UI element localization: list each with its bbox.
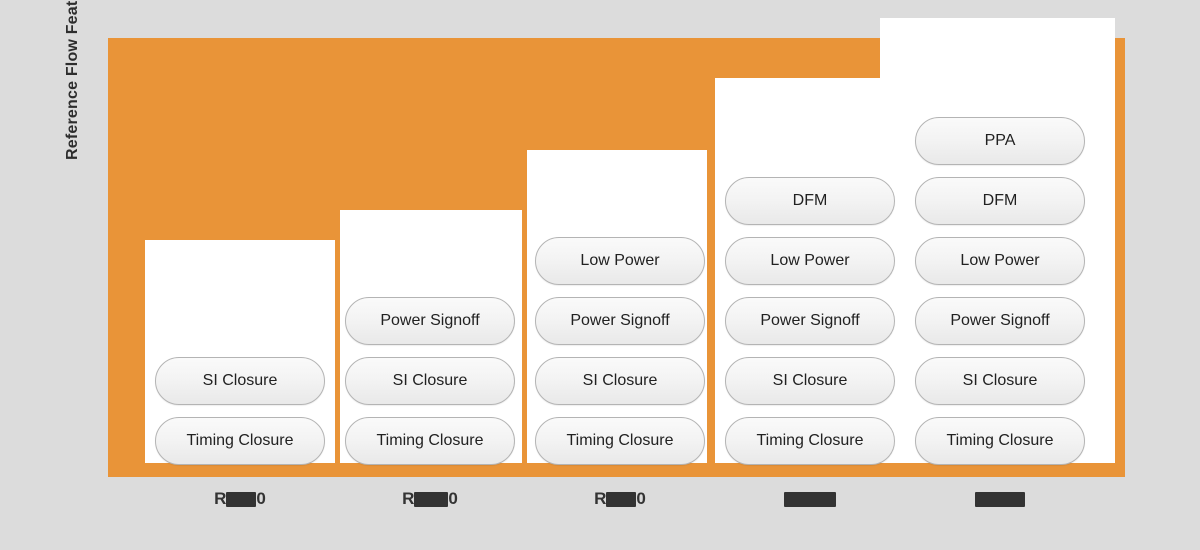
chart-stage: Reference Flow Features Timing Closure SI… [0, 0, 1200, 550]
x-axis-tick-label: R0 [345, 488, 515, 510]
feature-stack-column-1: Timing Closure SI Closure [155, 357, 325, 465]
feature-pill[interactable]: PPA [915, 117, 1085, 165]
feature-pill[interactable]: DFM [725, 177, 895, 225]
x-axis-tick-label [725, 488, 895, 510]
x-label-suffix: 0 [636, 489, 646, 508]
x-label-prefix: R [594, 489, 607, 508]
x-label-prefix: R [214, 489, 227, 508]
x-label-redaction-bar [784, 492, 836, 508]
feature-pill[interactable]: Power Signoff [725, 297, 895, 345]
x-label-redaction-bar [226, 492, 257, 508]
x-axis-tick-label: R0 [535, 488, 705, 510]
feature-pill[interactable]: Timing Closure [535, 417, 705, 465]
y-axis-label: Reference Flow Features [64, 0, 81, 160]
feature-pill[interactable]: Low Power [535, 237, 705, 285]
feature-stack-column-5: Timing Closure SI Closure Power Signoff Low… [915, 117, 1085, 465]
x-label-redaction-bar [975, 492, 1025, 508]
feature-pill[interactable]: SI Closure [915, 357, 1085, 405]
x-axis-tick-label: R0 [155, 488, 325, 510]
feature-pill[interactable]: Timing Closure [915, 417, 1085, 465]
feature-pill[interactable]: Timing Closure [155, 417, 325, 465]
feature-pill[interactable]: Timing Closure [725, 417, 895, 465]
feature-pill[interactable]: SI Closure [345, 357, 515, 405]
x-axis-tick-label [915, 488, 1085, 510]
feature-pill[interactable]: SI Closure [725, 357, 895, 405]
feature-pill[interactable]: Low Power [725, 237, 895, 285]
x-label-prefix: R [402, 489, 415, 508]
x-label-redaction-bar [606, 492, 637, 508]
feature-stack-column-4: Timing Closure SI Closure Power Signoff Low… [725, 177, 895, 465]
feature-stack-column-2: Timing Closure SI Closure Power Signoff [345, 297, 515, 465]
feature-pill[interactable]: Power Signoff [915, 297, 1085, 345]
feature-pill[interactable]: DFM [915, 177, 1085, 225]
x-label-suffix: 0 [256, 489, 266, 508]
x-label-redaction-bar [414, 492, 449, 508]
x-label-suffix: 0 [448, 489, 458, 508]
feature-pill[interactable]: SI Closure [535, 357, 705, 405]
feature-pill[interactable]: Low Power [915, 237, 1085, 285]
feature-pill[interactable]: Power Signoff [345, 297, 515, 345]
feature-stack-column-3: Timing Closure SI Closure Power Signoff Low… [535, 237, 705, 465]
feature-pill[interactable]: Timing Closure [345, 417, 515, 465]
feature-pill[interactable]: SI Closure [155, 357, 325, 405]
feature-pill[interactable]: Power Signoff [535, 297, 705, 345]
